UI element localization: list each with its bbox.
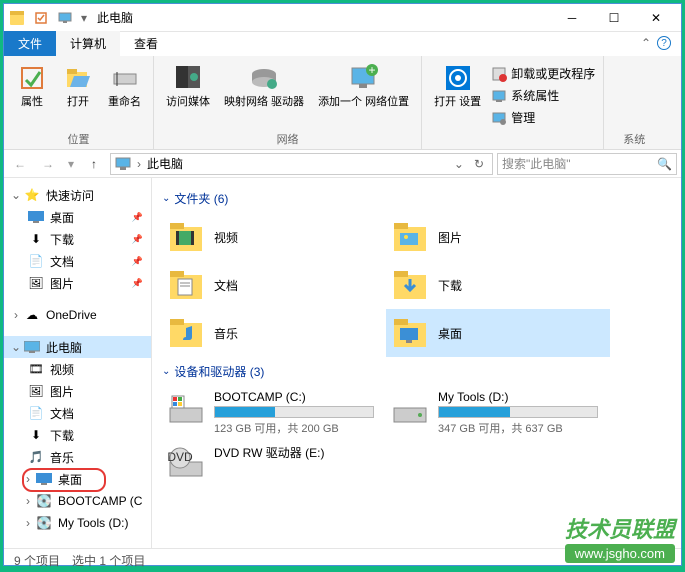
content-pane: ⌄文件夹 (6) 视频 图片 文档 下载 音乐 桌面 ⌄设备和驱动器 (3) B… <box>152 178 681 548</box>
open-settings-button[interactable]: 打开 设置 <box>430 60 485 110</box>
status-bar: 9 个项目 选中 1 个项目 <box>4 548 681 572</box>
sidebar-item-pictures[interactable]: 🖼图片📌 <box>4 272 151 294</box>
svg-text:+: + <box>368 63 375 77</box>
drive-d-name: My Tools (D:) <box>438 390 606 404</box>
uninstall-button[interactable]: 卸载或更改程序 <box>491 64 595 83</box>
window-title: 此电脑 <box>97 9 133 26</box>
ribbon-group-location: 属性 打开 重命名 位置 <box>4 56 154 149</box>
pin-icon: 📌 <box>132 278 143 289</box>
svg-text:DVD: DVD <box>167 450 193 464</box>
drive-e-name: DVD RW 驱动器 (E:) <box>214 444 382 461</box>
ribbon-group-system: 打开 设置 卸载或更改程序 系统属性 管理 <box>422 56 604 149</box>
search-icon: 🔍 <box>657 157 672 171</box>
drive-d-info: 347 GB 可用，共 637 GB <box>438 420 606 436</box>
qat-dropdown-icon[interactable]: ▾ <box>81 11 87 25</box>
tab-view[interactable]: 查看 <box>120 31 172 56</box>
folder-desktop[interactable]: 桌面 <box>386 309 610 357</box>
system-properties-button[interactable]: 系统属性 <box>491 86 595 105</box>
pin-icon: 📌 <box>132 234 143 245</box>
map-drive-button[interactable]: 映射网络 驱动器 <box>220 60 308 110</box>
ribbon-tabs: 文件 计算机 查看 ⌃ ? <box>4 32 681 56</box>
sidebar-onedrive[interactable]: ›☁OneDrive <box>4 304 151 326</box>
back-button[interactable]: ← <box>8 152 32 176</box>
address-bar[interactable]: › 此电脑 ⌄ ↻ <box>110 153 493 175</box>
rename-button[interactable]: 重命名 <box>104 60 145 110</box>
recent-dropdown-icon[interactable]: ▾ <box>64 152 78 176</box>
computer-icon <box>115 157 131 171</box>
forward-button[interactable]: → <box>36 152 60 176</box>
access-media-button[interactable]: 访问媒体 <box>162 60 214 110</box>
folder-documents[interactable]: 文档 <box>162 261 386 309</box>
sidebar-item-downloads2[interactable]: ⬇下载 <box>4 424 151 446</box>
drive-c-bar <box>214 406 374 418</box>
sidebar-item-documents2[interactable]: 📄文档 <box>4 402 151 424</box>
drive-d-bar <box>438 406 598 418</box>
app-icon <box>9 10 25 26</box>
drive-c[interactable]: BOOTCAMP (C:) 123 GB 可用，共 200 GB <box>162 386 386 440</box>
folder-video[interactable]: 视频 <box>162 213 386 261</box>
ribbon-group-network: 访问媒体 映射网络 驱动器 +添加一个 网络位置 网络 <box>154 56 422 149</box>
folder-music[interactable]: 音乐 <box>162 309 386 357</box>
navigation-pane: ⌄⭐快速访问 桌面📌 ⬇下载📌 📄文档📌 🖼图片📌 ›☁OneDrive ⌄此电… <box>4 178 152 548</box>
drive-e[interactable]: DVD DVD RW 驱动器 (E:) <box>162 440 386 488</box>
properties-button[interactable]: 属性 <box>12 60 52 110</box>
section-folders[interactable]: ⌄文件夹 (6) <box>162 184 671 213</box>
ribbon-collapse-icon[interactable]: ⌃ <box>641 36 651 50</box>
folder-pictures[interactable]: 图片 <box>386 213 610 261</box>
ribbon: 属性 打开 重命名 位置 访问媒体 映射网络 驱动器 +添加一个 网络位置 网络… <box>4 56 681 150</box>
manage-button[interactable]: 管理 <box>491 108 595 127</box>
sidebar-this-pc[interactable]: ⌄此电脑 <box>4 336 151 358</box>
folder-downloads[interactable]: 下载 <box>386 261 610 309</box>
sidebar-item-video[interactable]: 🎞视频 <box>4 358 151 380</box>
sidebar-item-pictures2[interactable]: 🖼图片 <box>4 380 151 402</box>
sidebar-item-music[interactable]: 🎵音乐 <box>4 446 151 468</box>
search-placeholder: 搜索"此电脑" <box>502 155 571 172</box>
pin-icon: 📌 <box>132 256 143 267</box>
tab-computer[interactable]: 计算机 <box>56 31 120 56</box>
pin-icon: 📌 <box>132 212 143 223</box>
sidebar-item-mytools[interactable]: ›💽My Tools (D:) <box>4 512 151 534</box>
status-item-count: 9 个项目 <box>14 552 60 569</box>
sidebar-item-desktop2[interactable]: ›桌面 <box>4 468 151 490</box>
close-button[interactable]: ✕ <box>636 5 676 31</box>
drive-c-info: 123 GB 可用，共 200 GB <box>214 420 382 436</box>
drive-c-name: BOOTCAMP (C:) <box>214 390 382 404</box>
sidebar-item-downloads[interactable]: ⬇下载📌 <box>4 228 151 250</box>
status-selected-count: 选中 1 个项目 <box>72 552 145 569</box>
add-network-location-button[interactable]: +添加一个 网络位置 <box>314 60 413 110</box>
help-icon[interactable]: ? <box>657 36 671 50</box>
refresh-icon[interactable]: ↻ <box>470 157 488 171</box>
search-input[interactable]: 搜索"此电脑" 🔍 <box>497 153 677 175</box>
tab-file[interactable]: 文件 <box>4 31 56 56</box>
address-text: 此电脑 <box>147 155 183 172</box>
title-bar: ▾ 此电脑 ─ ☐ ✕ <box>4 4 681 32</box>
address-bar-row: ← → ▾ ↑ › 此电脑 ⌄ ↻ 搜索"此电脑" 🔍 <box>4 150 681 178</box>
address-dropdown-icon[interactable]: ⌄ <box>454 157 464 171</box>
up-button[interactable]: ↑ <box>82 152 106 176</box>
sidebar-item-bootcamp[interactable]: ›💽BOOTCAMP (C <box>4 490 151 512</box>
drive-d[interactable]: My Tools (D:) 347 GB 可用，共 637 GB <box>386 386 610 440</box>
section-drives[interactable]: ⌄设备和驱动器 (3) <box>162 357 671 386</box>
quick-access-toolbar: ▾ <box>9 10 87 26</box>
sidebar-quick-access[interactable]: ⌄⭐快速访问 <box>4 184 151 206</box>
minimize-button[interactable]: ─ <box>552 5 592 31</box>
sidebar-item-documents[interactable]: 📄文档📌 <box>4 250 151 272</box>
sidebar-item-desktop[interactable]: 桌面📌 <box>4 206 151 228</box>
open-button[interactable]: 打开 <box>58 60 98 110</box>
monitor-icon[interactable] <box>57 10 73 26</box>
maximize-button[interactable]: ☐ <box>594 5 634 31</box>
properties-icon[interactable] <box>33 10 49 26</box>
explorer-window: ▾ 此电脑 ─ ☐ ✕ 文件 计算机 查看 ⌃ ? 属性 打开 重命名 位置 访… <box>3 3 682 566</box>
